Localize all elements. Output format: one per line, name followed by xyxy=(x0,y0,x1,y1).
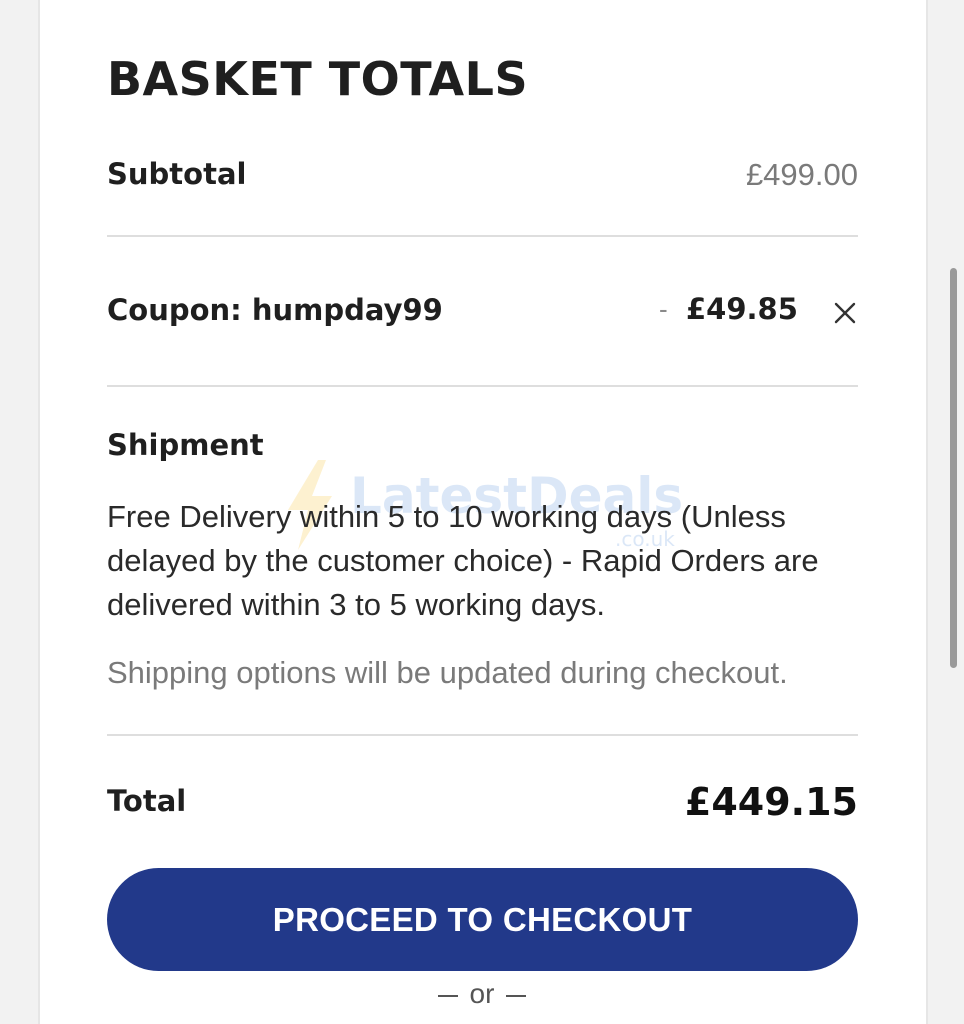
subtotal-label: Subtotal xyxy=(107,157,247,191)
separator-dash xyxy=(506,994,527,997)
remove-coupon-button[interactable] xyxy=(830,298,860,328)
coupon-discount-value: £49.85 xyxy=(686,292,798,326)
basket-totals-title: BASKET TOTALS xyxy=(107,52,529,106)
divider xyxy=(107,734,858,736)
total-label: Total xyxy=(107,784,187,818)
shipment-label: Shipment xyxy=(107,428,264,462)
left-page-edge xyxy=(0,0,40,1024)
shipment-description: Free Delivery within 5 to 10 working day… xyxy=(107,499,819,622)
divider xyxy=(107,385,858,387)
proceed-to-checkout-button[interactable]: PROCEED TO CHECKOUT xyxy=(107,868,858,971)
right-page-edge xyxy=(926,0,964,1024)
page: BASKET TOTALS Subtotal £499.00 Coupon: h… xyxy=(0,0,964,1024)
coupon-minus-sign: - xyxy=(659,294,668,324)
or-label: or xyxy=(469,978,495,1009)
scrollbar[interactable] xyxy=(950,268,957,668)
separator-dash xyxy=(437,994,458,997)
coupon-label: Coupon: humpday99 xyxy=(107,293,443,327)
shipping-options-note: Shipping options will be updated during … xyxy=(107,655,788,690)
or-separator: or xyxy=(382,978,582,1010)
divider xyxy=(107,235,858,237)
total-value: £449.15 xyxy=(684,780,858,824)
subtotal-value: £499.00 xyxy=(745,157,858,192)
close-icon xyxy=(834,302,856,324)
